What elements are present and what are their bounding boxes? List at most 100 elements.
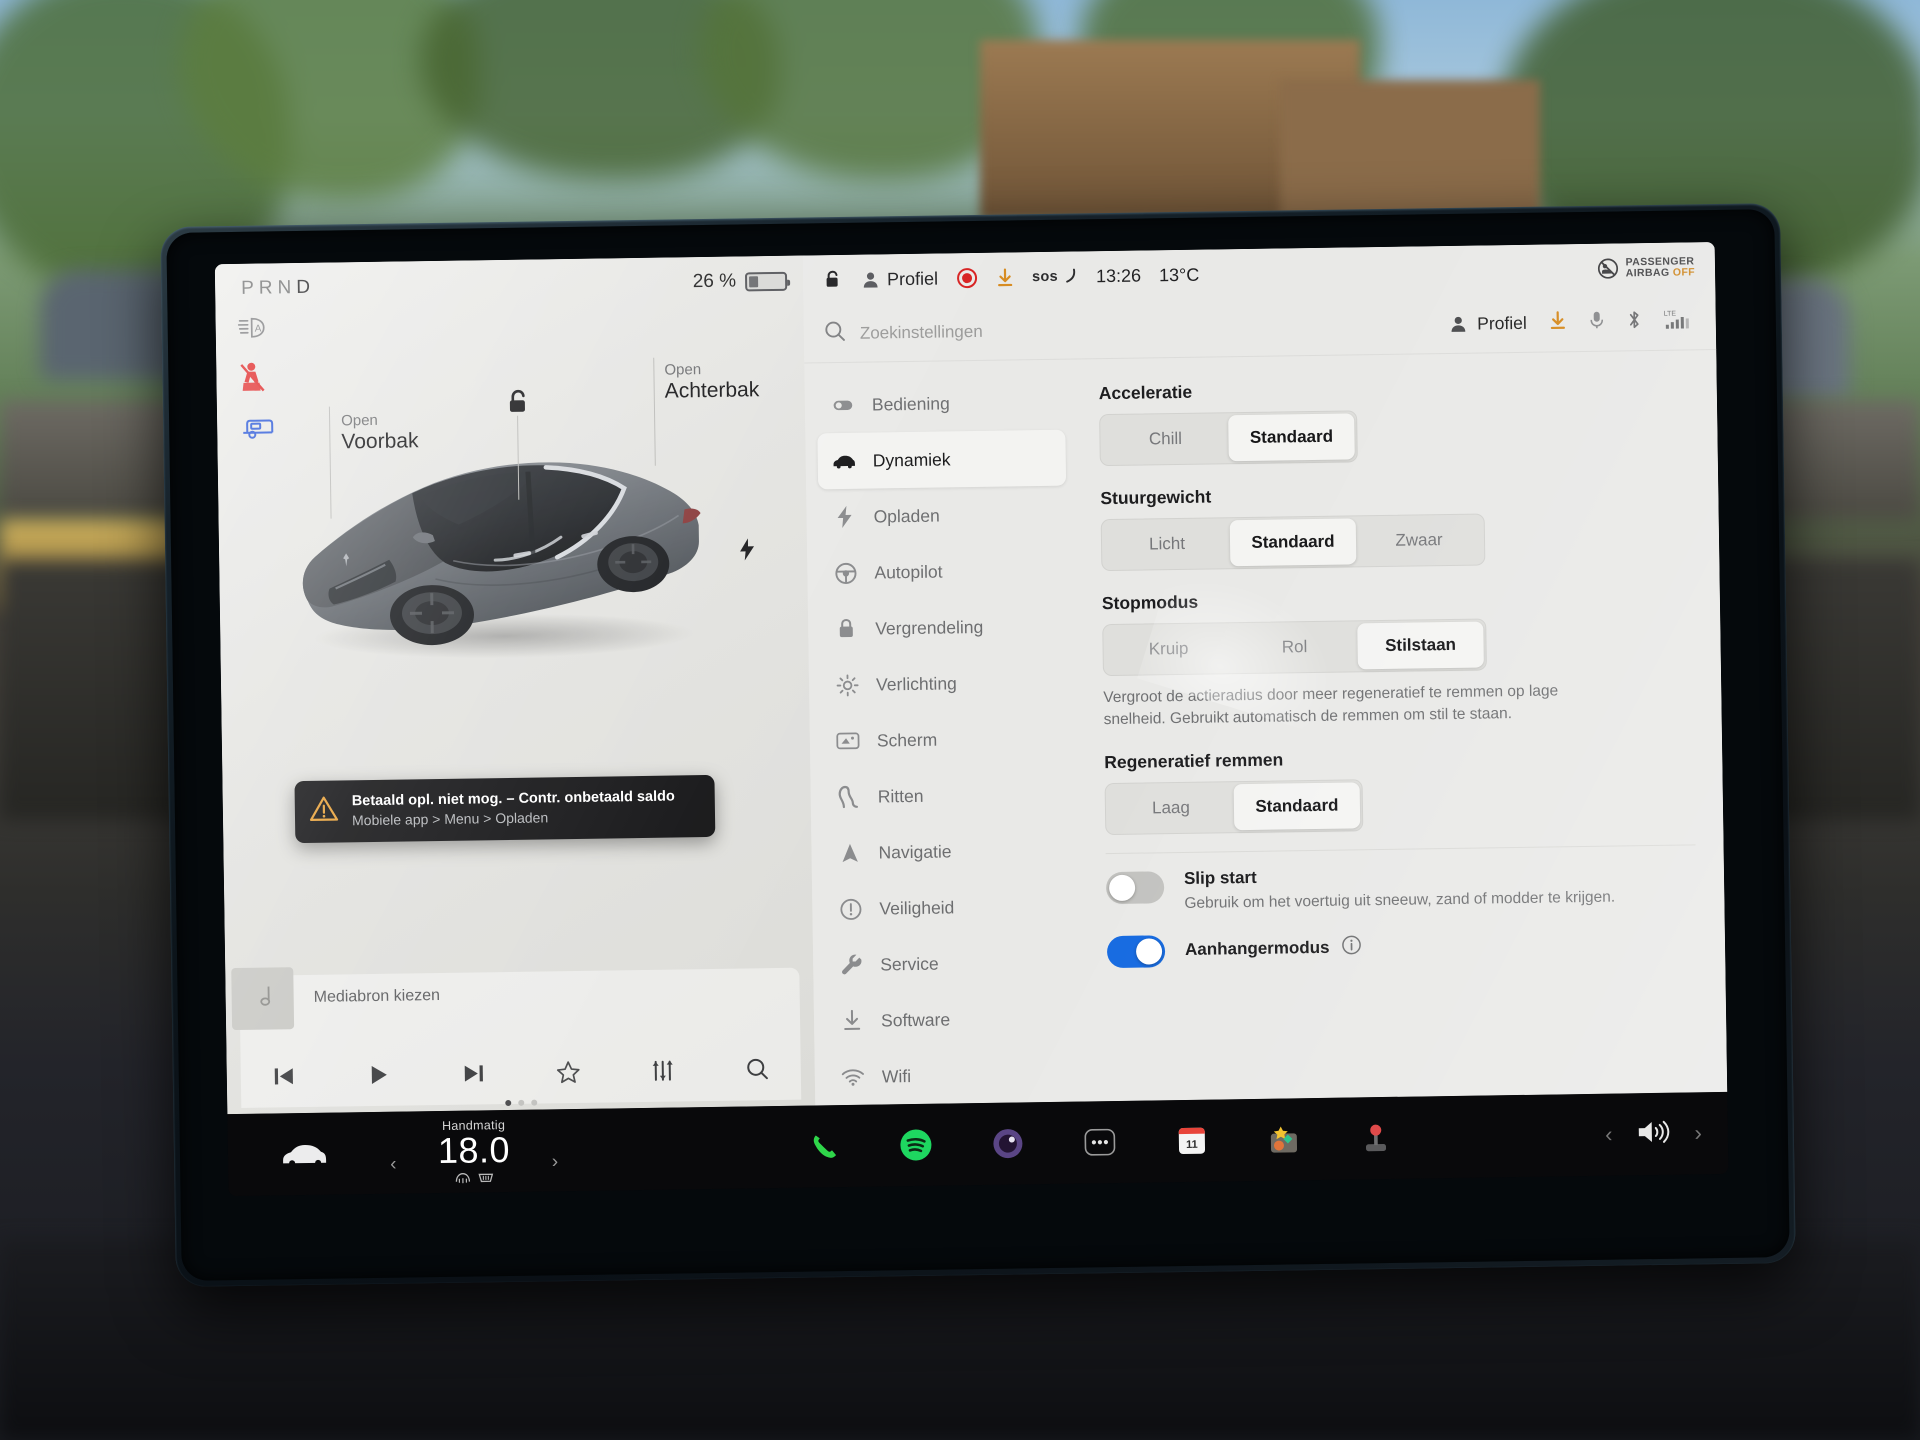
download-icon[interactable] [1549, 310, 1567, 335]
temp-increase-button[interactable]: › [552, 1151, 559, 1173]
download-icon [840, 1009, 864, 1033]
menu-item-veiligheid[interactable]: Veiligheid [824, 878, 1073, 938]
trailer-mode-toggle[interactable] [1106, 935, 1166, 969]
lte-signal-icon[interactable]: LTE [1664, 307, 1694, 334]
sos-button[interactable]: sos [1032, 268, 1078, 285]
airbag-state: OFF [1672, 266, 1696, 279]
equalizer-button[interactable] [642, 1053, 684, 1088]
bluetooth-icon[interactable] [1627, 309, 1642, 335]
slip-start-label: Slip start [1183, 867, 1257, 888]
settings-toolbar: Profiel LTE [1449, 307, 1694, 338]
stop-mode-segmented-control[interactable]: Kruip Rol Stilstaan [1102, 618, 1487, 677]
unlock-icon[interactable] [503, 388, 534, 423]
steering-option-standaard[interactable]: Standaard [1229, 518, 1357, 567]
menu-item-navigatie[interactable]: Navigatie [823, 822, 1072, 882]
menu-item-opladen[interactable]: Opladen [818, 486, 1067, 546]
next-track-button[interactable] [452, 1056, 494, 1091]
volume-next-chevron[interactable]: › [1694, 1120, 1702, 1146]
media-controls [241, 1052, 801, 1094]
settings-menu: Bediening Dynamiek Opladen Autopilot Vergren… [804, 359, 1087, 1105]
alert-subtitle: Mobiele app > Menu > Opladen [351, 809, 549, 829]
info-icon[interactable] [1340, 934, 1361, 960]
menu-item-label: Ritten [877, 785, 924, 806]
rear-trunk-action: Open [664, 361, 702, 379]
battery-indicator[interactable]: 26 % [693, 270, 788, 293]
record-dot-icon[interactable] [956, 267, 978, 289]
acceleration-option-chill[interactable]: Chill [1102, 415, 1229, 463]
previous-track-button[interactable] [263, 1059, 305, 1094]
volume-icon[interactable] [1634, 1116, 1673, 1152]
menu-item-service[interactable]: Service [825, 934, 1074, 994]
wifi-icon [841, 1067, 865, 1087]
calendar-app-icon[interactable]: 11 [1169, 1119, 1214, 1164]
software-download-icon[interactable] [996, 267, 1014, 287]
profile-button[interactable]: Profiel [1449, 313, 1527, 335]
stop_mode-option-stilstaan[interactable]: Stilstaan [1357, 621, 1484, 670]
outside-temperature-label: 13°C [1158, 264, 1200, 285]
svg-text:LTE: LTE [1664, 311, 1677, 318]
sun-icon [835, 673, 859, 696]
lock-status-button[interactable] [823, 269, 843, 291]
battery-percent-label: 26 % [692, 270, 737, 293]
joystick-app-icon[interactable] [1353, 1116, 1398, 1161]
slip-start-description: Gebruik om het voertuig uit sneeuw, zand… [1184, 888, 1616, 912]
more-apps-icon[interactable] [1077, 1120, 1122, 1165]
search-media-button[interactable] [737, 1052, 779, 1087]
toybox-app-icon[interactable] [1261, 1117, 1306, 1162]
temp-decrease-button[interactable]: ‹ [390, 1153, 397, 1175]
menu-item-wifi[interactable]: Wifi [826, 1046, 1075, 1106]
menu-item-bediening[interactable]: Bediening [817, 374, 1066, 434]
page-dot[interactable] [531, 1099, 538, 1106]
menu-item-vergrendeling[interactable]: Vergrendeling [820, 598, 1069, 658]
acceleration-option-standaard[interactable]: Standaard [1228, 413, 1355, 462]
steering-option-licht[interactable]: Licht [1104, 520, 1231, 568]
page-dot[interactable] [518, 1099, 525, 1106]
steering-segmented-control[interactable]: Licht Standaard Zwaar [1100, 513, 1486, 572]
menu-item-ritten[interactable]: Ritten [822, 766, 1071, 826]
slip-start-toggle[interactable] [1105, 871, 1165, 905]
seatbelt-warning-icon [238, 361, 276, 394]
regen_braking-option-laag[interactable]: Laag [1108, 784, 1235, 832]
menu-item-label: Service [880, 953, 939, 974]
stop_mode-option-kruip[interactable]: Kruip [1105, 625, 1232, 673]
search-input[interactable]: Zoekinstellingen [860, 321, 983, 343]
steering-title: Stuurgewicht [1100, 486, 1212, 509]
tesla-model-3-illustration[interactable] [283, 435, 716, 667]
menu-item-software[interactable]: Software [826, 990, 1075, 1050]
auto-high-beam-icon: A [237, 315, 276, 340]
menu-item-verlichting[interactable]: Verlichting [821, 654, 1070, 714]
play-button[interactable] [357, 1058, 399, 1093]
menu-item-autopilot[interactable]: Autopilot [819, 542, 1068, 602]
rear-trunk-control[interactable]: Open Achterbak [664, 360, 759, 405]
lock-icon [834, 617, 858, 641]
regen-braking-segmented-control[interactable]: Laag Standaard [1104, 779, 1364, 836]
regen-braking-title: Regeneratief remmen [1104, 749, 1284, 773]
microphone-icon[interactable] [1589, 310, 1605, 335]
stop-mode-description: Vergroot de actieradius door meer regene… [1103, 682, 1559, 729]
spotify-app-icon[interactable] [893, 1123, 938, 1168]
sos-label: sos [1031, 268, 1059, 286]
profile-status-button[interactable]: Profiel [861, 268, 938, 290]
clock-label[interactable]: 13:26 [1096, 265, 1141, 287]
media-source-label[interactable]: Mediabron kiezen [314, 987, 441, 1007]
charging-alert-toast[interactable]: Betaald opl. niet mog. – Contr. onbetaal… [294, 774, 716, 844]
steering-option-zwaar[interactable]: Zwaar [1356, 517, 1483, 565]
phone-app-icon[interactable] [801, 1124, 846, 1169]
menu-item-dynamiek[interactable]: Dynamiek [817, 429, 1067, 490]
media-player: Mediabron kiezen [231, 967, 802, 1108]
regen_braking-option-standaard[interactable]: Standaard [1233, 782, 1361, 831]
camera-app-icon[interactable] [985, 1121, 1030, 1166]
front-trunk-control[interactable]: Open Voorbak [341, 411, 419, 456]
acceleration-segmented-control[interactable]: Chill Standaard [1099, 410, 1358, 467]
menu-item-scherm[interactable]: Scherm [822, 710, 1071, 770]
favorite-button[interactable] [547, 1055, 589, 1090]
settings-panel: Profiel sos 13:26 13°C PASSENGER AIRBAG … [802, 242, 1728, 1106]
stop_mode-option-rol[interactable]: Rol [1231, 623, 1358, 671]
gear-d: D [296, 276, 316, 299]
climate-control[interactable]: Handmatig ‹ 18.0 › [353, 1116, 594, 1187]
page-dot[interactable] [505, 1099, 512, 1107]
menu-item-label: Vergrendeling [875, 616, 984, 639]
gear-r: R [258, 277, 278, 299]
car-controls-button[interactable] [254, 1139, 354, 1168]
volume-prev-chevron[interactable]: ‹ [1605, 1122, 1613, 1148]
